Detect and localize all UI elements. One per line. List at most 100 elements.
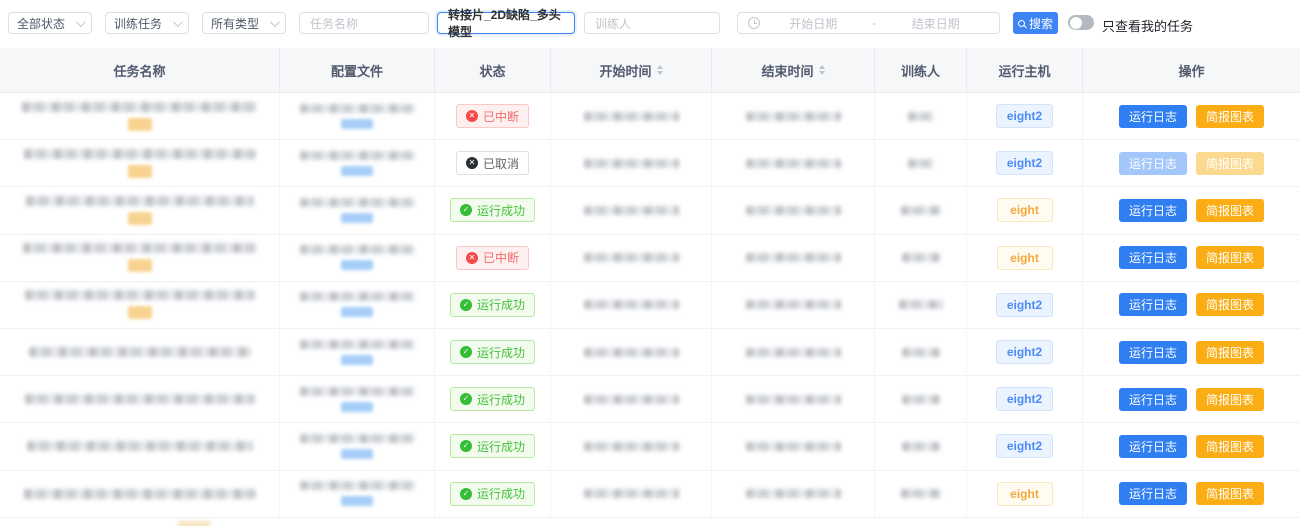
- status-cell: ✓ 运行成功: [435, 423, 551, 469]
- run-log-button[interactable]: 运行日志: [1119, 341, 1187, 364]
- task-name-redacted: [29, 347, 251, 357]
- end-time-redacted: [746, 442, 841, 451]
- config-file-redacted: [300, 245, 415, 254]
- config-file-cell: [280, 235, 435, 281]
- report-chart-button[interactable]: 简报图表: [1196, 341, 1264, 364]
- report-chart-button[interactable]: 简报图表: [1196, 246, 1264, 269]
- search-button[interactable]: 搜索: [1013, 12, 1058, 34]
- host-badge: eight2: [996, 151, 1053, 175]
- task-name-redacted: [25, 290, 255, 300]
- config-link-redacted[interactable]: [341, 449, 373, 459]
- run-log-button[interactable]: 运行日志: [1119, 246, 1187, 269]
- report-chart-button[interactable]: 简报图表: [1196, 293, 1264, 316]
- run-log-button[interactable]: 运行日志: [1119, 199, 1187, 222]
- start-time-cell: [551, 235, 712, 281]
- run-log-button[interactable]: 运行日志: [1119, 293, 1187, 316]
- trainer-search-input[interactable]: 训练人: [584, 12, 720, 34]
- trainer-redacted: [899, 300, 943, 309]
- start-time-redacted: [584, 442, 679, 451]
- config-link-redacted[interactable]: [341, 496, 373, 506]
- run-log-button[interactable]: 运行日志: [1119, 435, 1187, 458]
- table-body: ✕ 已中断 eight2 运行日志 简报图表: [0, 93, 1300, 518]
- column-header-end-time: 结束时间: [712, 48, 875, 92]
- status-cell: ✕ 已中断: [435, 235, 551, 281]
- actions-cell: 运行日志 简报图表: [1083, 187, 1300, 233]
- task-name-redacted: [22, 102, 257, 112]
- run-log-button[interactable]: 运行日志: [1119, 105, 1187, 128]
- status-badge: ✓ 运行成功: [450, 198, 535, 222]
- training-task-page: 全部状态 训练任务 所有类型 任务名称 转接片_2D缺陷_多头模型 训练人 开始…: [0, 0, 1300, 526]
- config-link-redacted[interactable]: [341, 119, 373, 129]
- config-file-cell: [280, 93, 435, 139]
- status-icon: ✓: [460, 440, 472, 452]
- report-chart-button[interactable]: 简报图表: [1196, 435, 1264, 458]
- start-time-cell: [551, 282, 712, 328]
- trainer-redacted: [902, 395, 940, 404]
- actions-cell: 运行日志 简报图表: [1083, 140, 1300, 186]
- report-chart-button[interactable]: 简报图表: [1196, 152, 1264, 175]
- host-cell: eight2: [967, 329, 1083, 375]
- status-icon: ✓: [460, 393, 472, 405]
- status-filter-select[interactable]: 全部状态: [8, 12, 92, 34]
- report-chart-button[interactable]: 简报图表: [1196, 388, 1264, 411]
- config-link-redacted[interactable]: [341, 260, 373, 270]
- table-row-partial: [0, 518, 1300, 526]
- category-filter-select[interactable]: 所有类型: [202, 12, 286, 34]
- toggle-knob: [1070, 17, 1082, 29]
- sort-icon[interactable]: [819, 65, 825, 75]
- task-name-search-input[interactable]: 任务名称: [299, 12, 429, 34]
- table-row: ✕ 已取消 eight2 运行日志 简报图表: [0, 140, 1300, 187]
- sort-icon[interactable]: [657, 65, 663, 75]
- config-link-redacted[interactable]: [341, 402, 373, 412]
- config-link-redacted[interactable]: [341, 213, 373, 223]
- task-name-cell: [0, 282, 280, 328]
- task-name-cell: [0, 93, 280, 139]
- host-cell: eight: [967, 471, 1083, 517]
- report-chart-button[interactable]: 简报图表: [1196, 105, 1264, 128]
- run-log-button[interactable]: 运行日志: [1119, 482, 1187, 505]
- task-type-filter-select[interactable]: 训练任务: [105, 12, 189, 34]
- run-log-button[interactable]: 运行日志: [1119, 388, 1187, 411]
- start-time-redacted: [584, 489, 679, 498]
- report-chart-button[interactable]: 简报图表: [1196, 482, 1264, 505]
- my-tasks-toggle-label: 只查看我的任务: [1102, 16, 1193, 35]
- status-icon: ✕: [466, 157, 478, 169]
- host-badge: eight2: [996, 104, 1053, 128]
- status-badge: ✓ 运行成功: [450, 434, 535, 458]
- config-file-cell: [280, 376, 435, 422]
- status-label: 已中断: [483, 108, 519, 125]
- config-link-redacted[interactable]: [341, 355, 373, 365]
- status-badge: ✓ 运行成功: [450, 387, 535, 411]
- task-name-query-input[interactable]: 转接片_2D缺陷_多头模型: [437, 12, 575, 34]
- report-chart-button[interactable]: 简报图表: [1196, 199, 1264, 222]
- task-name-redacted: [23, 243, 256, 253]
- status-label: 运行成功: [477, 202, 525, 219]
- chevron-down-icon: [270, 17, 280, 27]
- config-link-redacted[interactable]: [341, 166, 373, 176]
- my-tasks-toggle[interactable]: [1068, 15, 1094, 30]
- task-name-cell: [0, 329, 280, 375]
- host-cell: eight2: [967, 376, 1083, 422]
- start-time-redacted: [584, 395, 679, 404]
- host-badge: eight: [997, 198, 1053, 222]
- clock-icon: [748, 17, 760, 29]
- end-time-redacted: [746, 159, 841, 168]
- config-link-redacted[interactable]: [341, 307, 373, 317]
- run-log-button[interactable]: 运行日志: [1119, 152, 1187, 175]
- chevron-down-icon: [76, 17, 86, 27]
- column-header-host: 运行主机: [967, 48, 1083, 92]
- task-name-cell: [0, 423, 280, 469]
- actions-cell: 运行日志 简报图表: [1083, 282, 1300, 328]
- task-tag-redacted: [128, 306, 152, 319]
- host-cell: eight: [967, 235, 1083, 281]
- status-label: 运行成功: [477, 438, 525, 455]
- task-name-cell: [0, 235, 280, 281]
- date-range-picker[interactable]: 开始日期 - 结束日期: [737, 12, 1000, 34]
- trainer-redacted: [908, 112, 934, 121]
- start-date-placeholder: 开始日期: [760, 15, 867, 32]
- table-row: ✓ 运行成功 eight2 运行日志 简报图表: [0, 282, 1300, 329]
- start-time-cell: [551, 93, 712, 139]
- trainer-cell: [875, 423, 967, 469]
- config-file-redacted: [300, 481, 415, 490]
- start-time-redacted: [584, 206, 679, 215]
